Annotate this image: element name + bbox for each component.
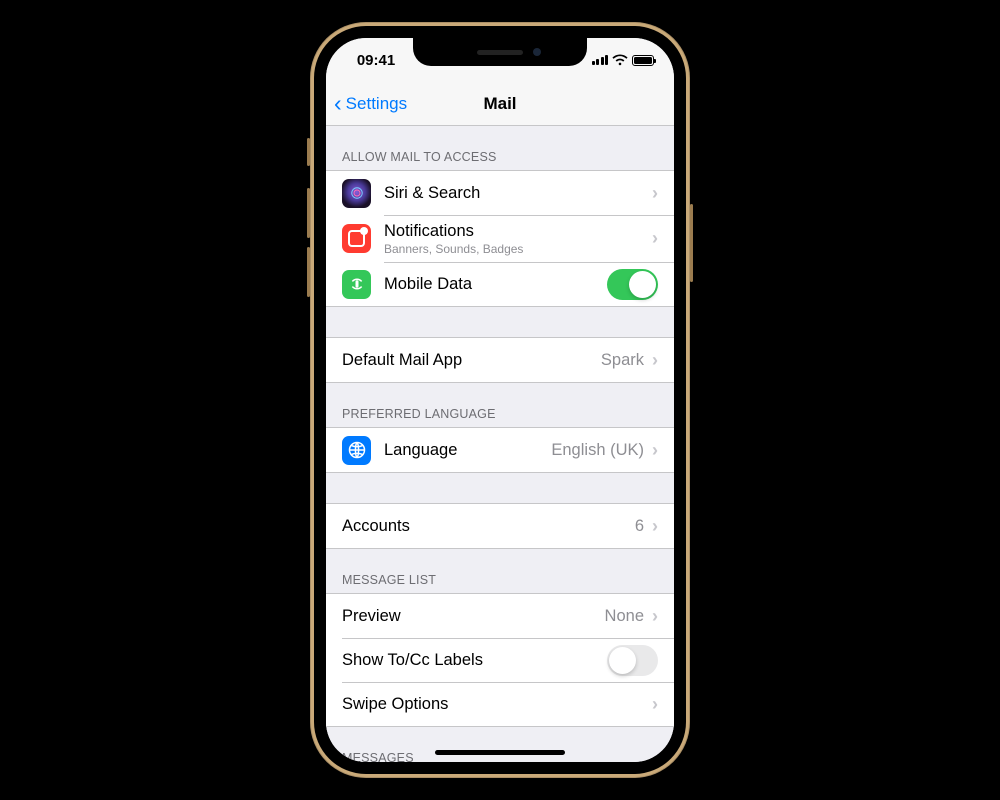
row-label: Mobile Data (384, 274, 607, 295)
row-preview[interactable]: Preview None › (326, 594, 674, 638)
chevron-right-icon: › (652, 183, 658, 204)
screen: 09:41 ‹ Settings Mail ALLOW MAIL TO ACCE… (326, 38, 674, 762)
power-button (690, 204, 693, 282)
chevron-right-icon: › (652, 350, 658, 371)
cellular-icon (592, 55, 609, 65)
section-header-messages: MESSAGES (326, 727, 674, 762)
mute-switch (307, 138, 310, 166)
chevron-left-icon: ‹ (334, 92, 342, 115)
row-siri-search[interactable]: Siri & Search › (326, 171, 674, 215)
row-mobile-data[interactable]: Mobile Data (326, 262, 674, 306)
row-accounts[interactable]: Accounts 6 › (326, 504, 674, 548)
section-header-access: ALLOW MAIL TO ACCESS (326, 126, 674, 170)
row-label: Default Mail App (342, 350, 601, 371)
row-label: Swipe Options (342, 694, 652, 715)
notifications-icon (342, 224, 371, 253)
chevron-right-icon: › (652, 694, 658, 715)
row-show-to-cc[interactable]: Show To/Cc Labels (326, 638, 674, 682)
mobile-data-icon (342, 270, 371, 299)
wifi-icon (612, 54, 628, 66)
chevron-right-icon: › (652, 228, 658, 249)
row-notifications[interactable]: Notifications Banners, Sounds, Badges › (326, 215, 674, 262)
row-label: Notifications (384, 221, 652, 242)
row-label: Preview (342, 606, 605, 627)
section-header-message-list: MESSAGE LIST (326, 549, 674, 593)
volume-up-button (307, 188, 310, 238)
row-value: None (605, 607, 644, 626)
row-label: Language (384, 440, 551, 461)
row-label: Siri & Search (384, 183, 652, 204)
phone-frame: 09:41 ‹ Settings Mail ALLOW MAIL TO ACCE… (310, 22, 690, 778)
settings-content[interactable]: ALLOW MAIL TO ACCESS Siri & Search › Not… (326, 126, 674, 762)
chevron-right-icon: › (652, 440, 658, 461)
siri-icon (342, 179, 371, 208)
row-language[interactable]: Language English (UK) › (326, 428, 674, 472)
show-to-cc-toggle[interactable] (607, 645, 658, 676)
row-label: Show To/Cc Labels (342, 650, 607, 671)
row-swipe-options[interactable]: Swipe Options › (326, 682, 674, 726)
row-value: Spark (601, 351, 644, 370)
status-time: 09:41 (346, 52, 406, 69)
row-value: 6 (635, 517, 644, 536)
volume-down-button (307, 247, 310, 297)
back-label: Settings (346, 94, 407, 114)
notch (413, 38, 587, 66)
row-value: English (UK) (551, 441, 644, 460)
row-sublabel: Banners, Sounds, Badges (384, 242, 652, 256)
globe-icon (342, 436, 371, 465)
mobile-data-toggle[interactable] (607, 269, 658, 300)
back-button[interactable]: ‹ Settings (334, 92, 407, 115)
battery-icon (632, 55, 654, 66)
nav-bar: ‹ Settings Mail (326, 82, 674, 126)
row-label: Accounts (342, 516, 635, 537)
chevron-right-icon: › (652, 516, 658, 537)
section-header-language: PREFERRED LANGUAGE (326, 383, 674, 427)
chevron-right-icon: › (652, 606, 658, 627)
row-default-mail-app[interactable]: Default Mail App Spark › (326, 338, 674, 382)
home-indicator[interactable] (435, 750, 565, 755)
